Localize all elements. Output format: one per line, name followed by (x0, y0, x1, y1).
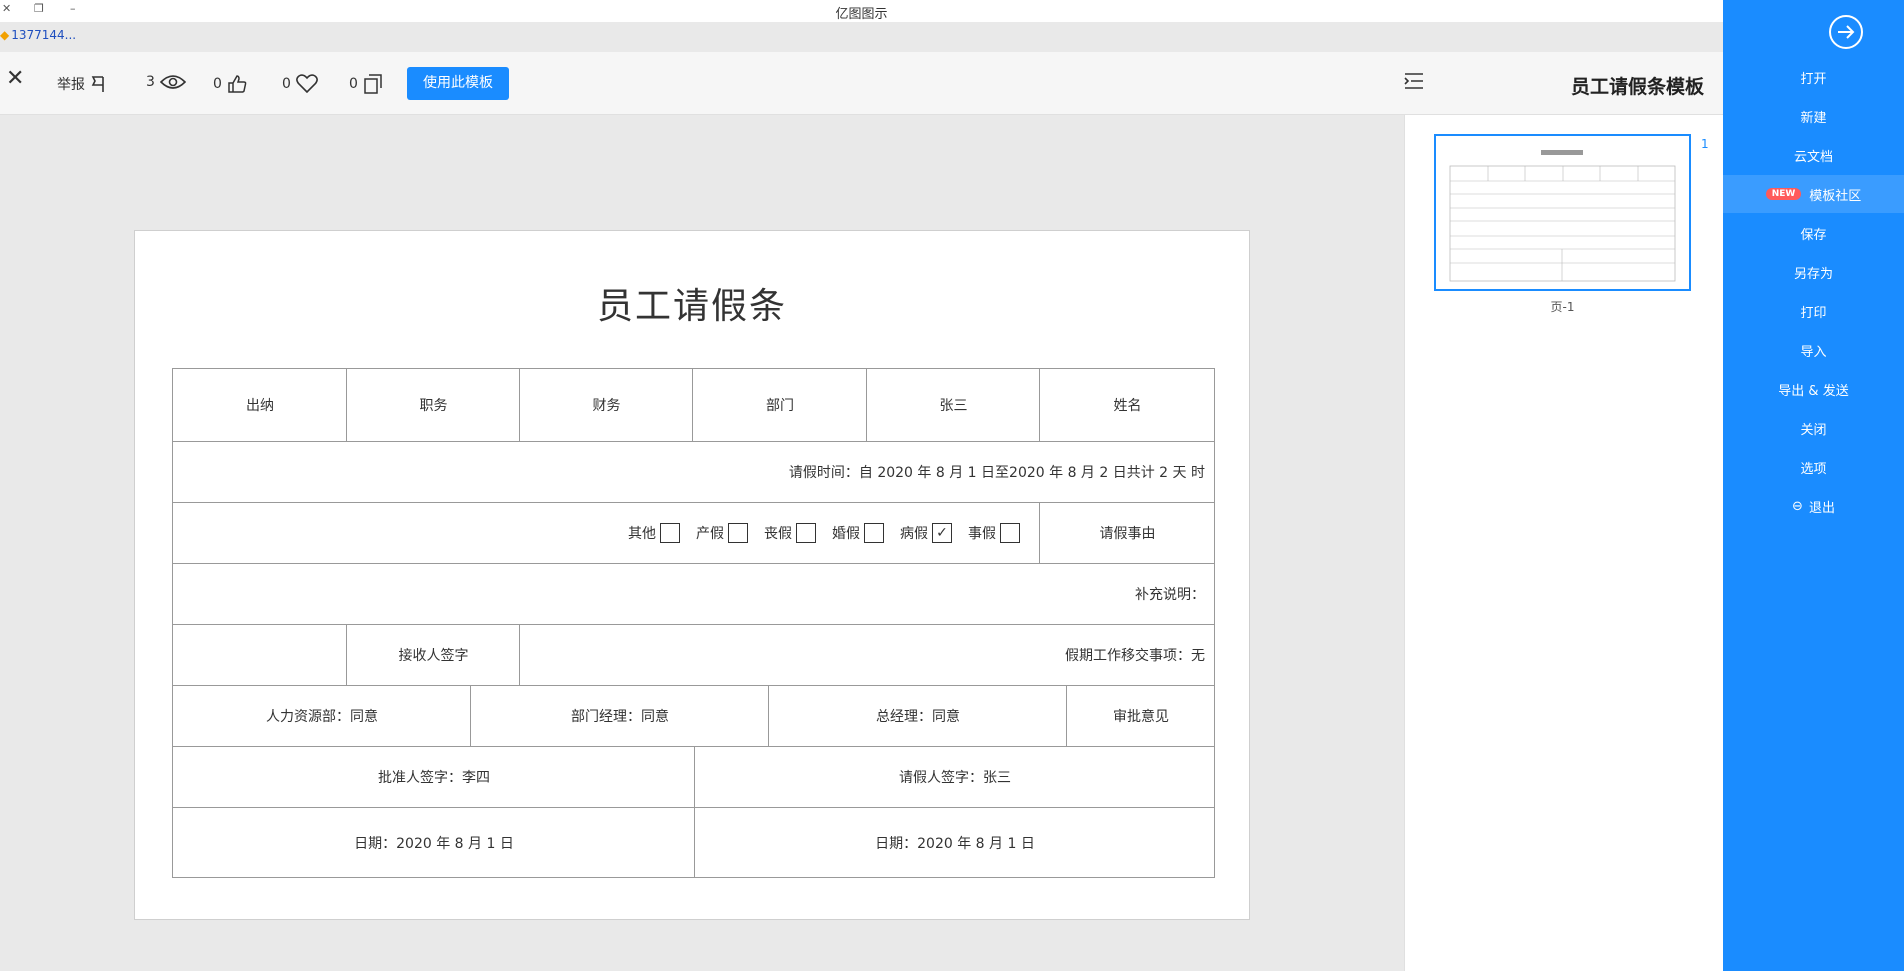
receiver-label: 接收人签字 (346, 624, 520, 685)
toolbar: ✕ 举报 3 0 0 0 使用此模板 员工请假条模板 (0, 52, 1723, 115)
reason-personal[interactable]: 事假 (968, 523, 1020, 543)
file-menu-sidebar: 打开 新建 云文档 NEW 模板社区 保存 另存为 打印 导入 导出 & 发送 … (1723, 0, 1904, 971)
page-number: 1 (1701, 137, 1709, 151)
hr-opinion: 人力资源部：同意 (172, 685, 471, 746)
menu-cloud-docs[interactable]: 云文档 (1723, 136, 1904, 174)
document-page[interactable]: 员工请假条 出纳 职务 财务 部门 张三 姓名 请假时间：自 2020 年 8 … (134, 230, 1250, 920)
page-label: 页-1 (1550, 300, 1575, 314)
menu-import[interactable]: 导入 (1723, 331, 1904, 369)
cell-position-value: 职务 (346, 368, 520, 441)
exit-icon: ⊖ (1792, 498, 1803, 514)
menu-save[interactable]: 保存 (1723, 214, 1904, 252)
like-button[interactable]: 0 (213, 74, 247, 94)
leave-form-table: 出纳 职务 财务 部门 张三 姓名 请假时间：自 2020 年 8 月 1 日至… (172, 368, 1215, 878)
user-account[interactable]: ◆ 1377144... (0, 28, 76, 42)
flag-icon (91, 76, 104, 92)
canvas-area[interactable]: 员工请假条 出纳 职务 财务 部门 张三 姓名 请假时间：自 2020 年 8 … (0, 115, 1404, 971)
form-title: 员工请假条 (596, 286, 787, 327)
cell-name-label: 姓名 (1039, 368, 1215, 441)
close-icon[interactable]: ✕ (6, 68, 24, 90)
favorites-value: 0 (282, 75, 291, 92)
menu-export-send[interactable]: 导出 & 发送 (1723, 370, 1904, 408)
menu-template-community-label: 模板社区 (1809, 188, 1862, 204)
approver-signature: 批准人签字：李四 (172, 746, 695, 807)
date-right: 日期：2020 年 8 月 1 日 (694, 807, 1215, 878)
app-title: 亿图图示 (835, 7, 888, 22)
reason-sick-label: 病假 (900, 526, 928, 542)
checkbox[interactable] (660, 523, 680, 543)
checkbox[interactable] (796, 523, 816, 543)
reason-sick[interactable]: 病假 ✓ (900, 523, 952, 543)
reason-marriage[interactable]: 婚假 (832, 523, 884, 543)
reason-bereavement[interactable]: 丧假 (764, 523, 816, 543)
user-name: 1377144... (11, 28, 77, 42)
cell-cashier: 出纳 (172, 368, 347, 441)
back-arrow-icon[interactable] (1828, 14, 1864, 50)
copies-value: 0 (349, 76, 358, 92)
approval-label: 审批意见 (1066, 685, 1215, 746)
favorite-button[interactable]: 0 (282, 74, 318, 93)
new-badge: NEW (1765, 188, 1802, 200)
checkbox[interactable] (1000, 523, 1020, 543)
cell-finance: 财务 (519, 368, 693, 441)
thumbnail-preview (1449, 150, 1676, 282)
applicant-signature: 请假人签字：张三 (694, 746, 1215, 807)
checkbox[interactable] (864, 523, 884, 543)
menu-new[interactable]: 新建 (1723, 97, 1904, 135)
cell-department-label: 部门 (692, 368, 867, 441)
menu-template-community[interactable]: NEW 模板社区 (1723, 175, 1904, 213)
reason-bereavement-label: 丧假 (764, 526, 792, 542)
menu-exit-label: 退出 (1808, 500, 1835, 516)
views-value: 3 (146, 74, 155, 90)
reason-label: 请假事由 (1039, 502, 1215, 563)
thumbs-up-icon (228, 75, 247, 93)
reason-other[interactable]: 其他 (628, 523, 680, 543)
page-thumbnail[interactable] (1434, 134, 1691, 291)
heart-icon (295, 74, 318, 93)
handover-row: 假期工作移交事项：无 (519, 624, 1215, 685)
page-thumbnail-panel: 1 页-1 (1404, 115, 1724, 971)
receiver-signature-blank (172, 624, 347, 685)
menu-save-as[interactable]: 另存为 (1723, 253, 1904, 291)
document-title: 员工请假条模板 (1570, 76, 1704, 98)
checkbox[interactable] (728, 523, 748, 543)
cell-name-value: 张三 (866, 368, 1040, 441)
date-left: 日期：2020 年 8 月 1 日 (172, 807, 695, 878)
menu-close[interactable]: 关闭 (1723, 409, 1904, 447)
reason-personal-label: 事假 (968, 526, 996, 542)
reason-maternity-label: 产假 (696, 526, 724, 542)
eye-icon (159, 75, 186, 89)
copy-icon (364, 74, 382, 94)
dept-manager-opinion: 部门经理：同意 (470, 685, 769, 746)
reason-marriage-label: 婚假 (832, 526, 860, 542)
menu-exit[interactable]: ⊖ 退出 (1723, 487, 1904, 525)
copy-count[interactable]: 0 (349, 74, 383, 94)
leave-time-row: 请假时间：自 2020 年 8 月 1 日至2020 年 8 月 2 日共计 2… (172, 441, 1215, 502)
menu-print[interactable]: 打印 (1723, 292, 1904, 330)
reason-checkboxes: 其他 产假 丧假 婚假 病假 ✓ 事假 (628, 523, 1030, 543)
likes-value: 0 (213, 76, 222, 92)
reason-maternity[interactable]: 产假 (696, 523, 748, 543)
report-button[interactable]: 举报 (57, 74, 106, 94)
checkbox-checked[interactable]: ✓ (932, 523, 952, 543)
views-count: 3 (146, 74, 186, 90)
general-manager-opinion: 总经理：同意 (768, 685, 1067, 746)
check-mark-icon: ✓ (936, 525, 948, 541)
supplement-row: 补充说明： (172, 563, 1215, 624)
reason-other-label: 其他 (628, 526, 656, 542)
use-template-button[interactable]: 使用此模板 (407, 67, 509, 100)
title-bar: ✕ ❐ – 亿图图示 (0, 0, 1723, 22)
vip-gem-icon: ◆ (0, 28, 10, 42)
menu-open[interactable]: 打开 (1723, 58, 1904, 96)
reason-options: 其他 产假 丧假 婚假 病假 ✓ 事假 (172, 502, 1040, 563)
report-label: 举报 (57, 77, 85, 93)
menu-options[interactable]: 选项 (1723, 448, 1904, 486)
